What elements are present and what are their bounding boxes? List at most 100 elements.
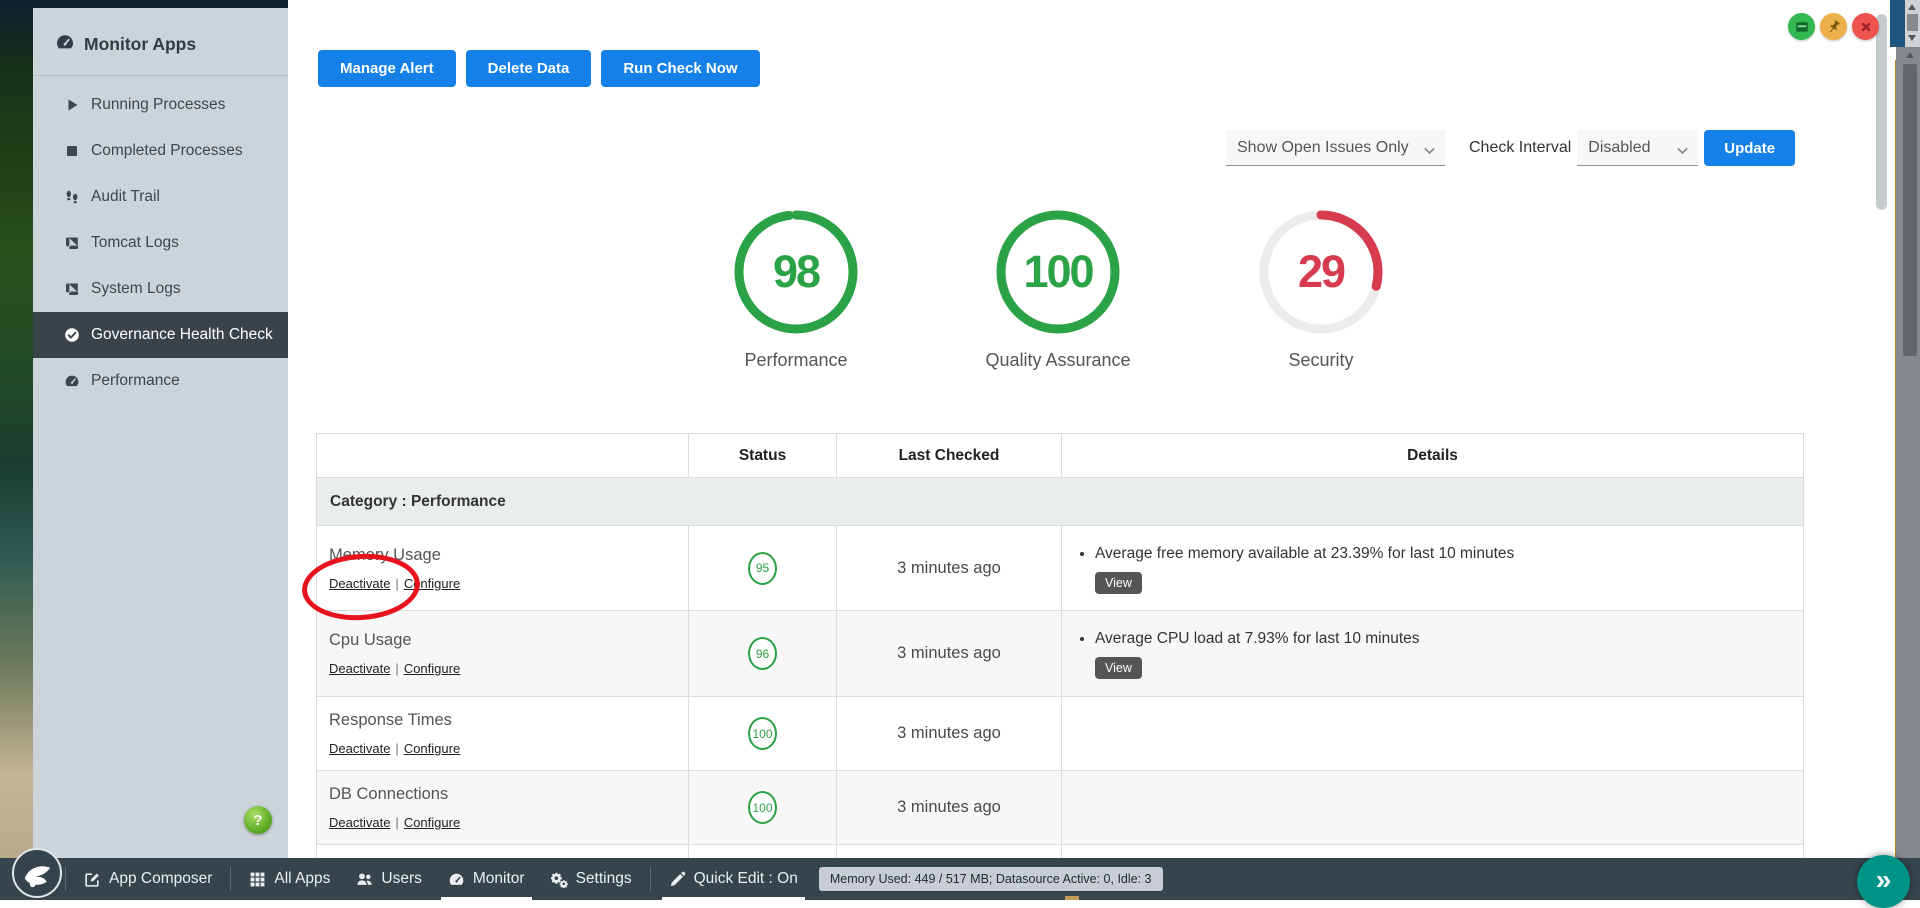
column-header-details: Details [1061, 433, 1804, 478]
gears-icon [550, 871, 568, 888]
update-button[interactable]: Update [1704, 130, 1796, 166]
close-button[interactable] [1852, 13, 1879, 40]
users-icon [356, 871, 373, 888]
scroll-icon [63, 281, 81, 297]
column-header-status: Status [688, 433, 837, 478]
sidebar-item-label: Audit Trail [91, 188, 160, 205]
bottom-bar: App Composer All Apps Users Monitor Settings… [0, 858, 1920, 900]
check-interval-select[interactable]: Disabled [1577, 130, 1699, 166]
details-cell: Average free memory available at 23.39% … [1061, 525, 1804, 611]
sidebar-item-performance[interactable]: Performance [33, 358, 288, 404]
bottom-nav-divider [649, 867, 651, 891]
bottom-nav-monitor[interactable]: Monitor [435, 858, 538, 900]
configure-link[interactable]: Configure [404, 661, 460, 676]
bottom-nav-label: Monitor [472, 870, 525, 887]
view-button[interactable]: View [1095, 571, 1142, 594]
status-badge: 95 [748, 551, 777, 585]
window-button[interactable] [1788, 13, 1815, 40]
status-badge: 100 [748, 717, 777, 750]
panel-edge-line [1895, 60, 1896, 858]
sidebar-title-label: Monitor Apps [84, 34, 197, 54]
configure-link[interactable]: Configure [404, 576, 460, 591]
check-interval-label: Check Interval [1469, 139, 1572, 156]
column-header-last-checked: Last Checked [836, 433, 1062, 478]
gauge-icon [448, 871, 465, 888]
sidebar-items: Running Processes Completed Processes Audi… [33, 82, 288, 404]
check-name: Cpu Usage [329, 631, 412, 649]
sidebar-item-label: Completed Processes [91, 142, 243, 159]
status-badge: 96 [748, 637, 777, 670]
sidebar-divider [33, 75, 288, 76]
bottom-nav-quick-edit-on[interactable]: Quick Edit : On [656, 858, 811, 900]
scroll-up-icon[interactable] [1906, 52, 1914, 58]
category-row: Category : Performance [316, 477, 1804, 526]
deactivate-link[interactable]: Deactivate [329, 741, 390, 756]
sidebar-item-tomcat-logs[interactable]: Tomcat Logs [33, 220, 288, 266]
brush-icon [669, 871, 686, 888]
check-circle-icon [63, 327, 81, 343]
scroll-down-icon[interactable] [1908, 35, 1916, 41]
manage-alert-button[interactable]: Manage Alert [318, 50, 456, 87]
status-badge: 100 [748, 791, 777, 824]
sidebar-item-label: Governance Health Check [91, 325, 273, 343]
gauge-icon [55, 32, 75, 57]
bottom-nav-app-composer[interactable]: App Composer [71, 858, 225, 900]
joget-logo[interactable] [12, 848, 62, 898]
outer-scrollbar-thumb[interactable] [1907, 14, 1918, 31]
table-row-deadline-checker-availability: Deadline Checker Availability [316, 844, 1804, 858]
chevron-down-icon [1676, 143, 1689, 154]
gauge-label: Quality Assurance [985, 350, 1131, 370]
chevron-down-icon [1423, 143, 1436, 154]
sidebar-item-running-processes[interactable]: Running Processes [33, 82, 288, 128]
sidebar-item-audit-trail[interactable]: Audit Trail [33, 174, 288, 220]
column-header-blank [316, 433, 689, 478]
inner-scrollbar-thumb[interactable] [1876, 14, 1887, 210]
last-checked: 3 minutes ago [836, 525, 1062, 611]
bottom-nav-label: Settings [575, 870, 632, 887]
details-cell [1061, 844, 1804, 858]
scroll-up-icon[interactable] [1908, 4, 1916, 10]
bottom-nav: App Composer All Apps Users Monitor Settings… [60, 858, 1163, 900]
table-row-response-times: Response Times Deactivate | Configure 100 3 m… [316, 696, 1804, 771]
open-issues-select[interactable]: Show Open Issues Only [1226, 130, 1445, 166]
deactivate-link[interactable]: Deactivate [329, 576, 390, 591]
row-actions: Deactivate | Configure [329, 661, 461, 676]
details-cell [1061, 770, 1804, 845]
expand-panel-button[interactable]: » [1857, 855, 1910, 908]
scroll-icon [63, 235, 81, 251]
delete-data-button[interactable]: Delete Data [465, 50, 592, 87]
deactivate-link[interactable]: Deactivate [329, 815, 390, 830]
pin-button[interactable] [1820, 13, 1847, 40]
help-icon[interactable]: ? [244, 806, 272, 834]
gauge-icon [63, 373, 81, 389]
bottom-nav-users[interactable]: Users [343, 858, 434, 900]
gauge-value: 29 [1297, 246, 1346, 297]
run-check-now-button[interactable]: Run Check Now [601, 50, 760, 87]
sidebar-item-system-logs[interactable]: System Logs [33, 266, 288, 312]
grid-icon [249, 871, 266, 888]
row-actions: Deactivate | Configure [329, 815, 461, 830]
check-interval-select-value: Disabled [1588, 138, 1651, 156]
check-name: Memory Usage [329, 545, 441, 564]
row-actions: Deactivate | Configure [329, 741, 461, 756]
deactivate-link[interactable]: Deactivate [329, 661, 390, 676]
bottom-nav-label: App Composer [109, 870, 213, 887]
gauge-value: 100 [1023, 246, 1094, 297]
bottom-nav-all-apps[interactable]: All Apps [236, 858, 343, 900]
bottom-nav-label: All Apps [274, 870, 331, 887]
gauge-security: 29 Security [1221, 206, 1421, 371]
frame-scrollbar-thumb[interactable] [1903, 64, 1917, 356]
configure-link[interactable]: Configure [404, 741, 460, 756]
gauge-ring: 29 [1255, 206, 1387, 338]
stop-icon [63, 143, 81, 159]
view-button[interactable]: View [1095, 657, 1142, 679]
details-cell [1061, 696, 1804, 771]
outer-scrollbar-top[interactable] [1905, 0, 1920, 47]
memory-status-badge: Memory Used: 449 / 517 MB; Datasource Ac… [818, 867, 1163, 891]
bottom-nav-settings[interactable]: Settings [538, 858, 645, 900]
sidebar-item-governance-health-check[interactable]: Governance Health Check [33, 312, 288, 358]
window-icon [1794, 19, 1810, 35]
configure-link[interactable]: Configure [404, 815, 460, 830]
sidebar-item-completed-processes[interactable]: Completed Processes [33, 128, 288, 174]
gauge-value: 98 [772, 246, 821, 297]
